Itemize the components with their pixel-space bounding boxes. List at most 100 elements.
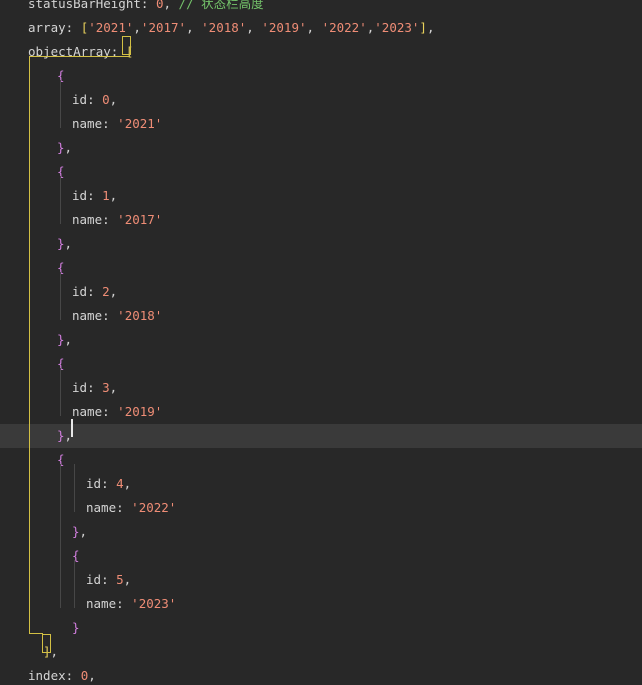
code-line[interactable]: statusBarHeight: 0, // 状态栏高度 bbox=[0, 0, 642, 16]
code-token: name bbox=[86, 500, 117, 515]
code-token: '2019' bbox=[117, 404, 163, 419]
code-line[interactable]: name: '2022' bbox=[0, 496, 642, 520]
code-token: '2021' bbox=[88, 20, 134, 35]
code-token: index bbox=[28, 668, 66, 683]
code-line[interactable]: }, bbox=[0, 520, 642, 544]
code-token: '2019' bbox=[261, 20, 307, 35]
code-line[interactable]: }, bbox=[0, 328, 642, 352]
code-token: } bbox=[57, 428, 65, 443]
code-token: , bbox=[426, 20, 435, 35]
code-line[interactable]: array: ['2021','2017', '2018', '2019', '… bbox=[0, 16, 642, 40]
code-line[interactable]: ], bbox=[0, 640, 642, 664]
code-token: name bbox=[86, 596, 117, 611]
code-token: 3 bbox=[102, 380, 110, 395]
code-line[interactable]: name: '2017' bbox=[0, 208, 642, 232]
code-editor[interactable]: statusBarHeight: 0, // 状态栏高度 array: ['202… bbox=[0, 0, 642, 685]
code-token: , bbox=[64, 140, 73, 155]
code-token: : bbox=[65, 668, 81, 683]
code-line[interactable]: name: '2021' bbox=[0, 112, 642, 136]
code-line[interactable]: { bbox=[0, 256, 642, 280]
code-token: , bbox=[109, 284, 118, 299]
code-token: : bbox=[102, 212, 118, 227]
code-token: : bbox=[87, 380, 103, 395]
code-line[interactable]: }, bbox=[0, 136, 642, 160]
bracket-pair-guide-top bbox=[29, 56, 129, 57]
code-token: name bbox=[72, 404, 103, 419]
code-line[interactable]: name: '2023' bbox=[0, 592, 642, 616]
code-token: // 状态栏高度 bbox=[178, 0, 264, 11]
code-line[interactable]: id: 5, bbox=[0, 568, 642, 592]
code-line[interactable]: { bbox=[0, 544, 642, 568]
code-token: 2 bbox=[102, 284, 110, 299]
code-token: 4 bbox=[116, 476, 124, 491]
code-token: : bbox=[102, 116, 118, 131]
code-line[interactable]: id: 2, bbox=[0, 280, 642, 304]
code-line[interactable]: name: '2018' bbox=[0, 304, 642, 328]
code-token: : bbox=[101, 476, 117, 491]
code-token: : bbox=[102, 308, 118, 323]
code-token: '2018' bbox=[201, 20, 247, 35]
code-line[interactable]: id: 0, bbox=[0, 88, 642, 112]
text-cursor bbox=[71, 419, 73, 437]
code-token: id bbox=[72, 284, 88, 299]
code-line[interactable]: index: 0, bbox=[0, 664, 642, 685]
indent-guide bbox=[60, 176, 61, 224]
code-token: '2022' bbox=[321, 20, 367, 35]
code-token: id bbox=[72, 92, 88, 107]
code-token: 1 bbox=[102, 188, 110, 203]
code-token: , bbox=[64, 332, 73, 347]
code-line[interactable]: id: 4, bbox=[0, 472, 642, 496]
code-token: name bbox=[72, 308, 103, 323]
code-token: '2017' bbox=[117, 212, 163, 227]
indent-guide bbox=[60, 272, 61, 320]
code-token: , bbox=[50, 644, 59, 659]
code-token: 5 bbox=[116, 572, 124, 587]
code-token: '2018' bbox=[117, 308, 163, 323]
code-token: : bbox=[140, 0, 156, 11]
code-token: } bbox=[72, 620, 80, 635]
code-token: id bbox=[86, 476, 102, 491]
bracket-match-highlight-close bbox=[42, 634, 51, 653]
indent-guide bbox=[60, 368, 61, 416]
code-line[interactable]: id: 1, bbox=[0, 184, 642, 208]
code-token: : bbox=[87, 188, 103, 203]
indent-guide bbox=[60, 464, 61, 608]
code-token: ] bbox=[419, 20, 427, 35]
code-token: , bbox=[79, 524, 88, 539]
indent-guide bbox=[60, 80, 61, 128]
code-line[interactable]: objectArray: [ bbox=[0, 40, 642, 64]
code-token: } bbox=[57, 236, 65, 251]
code-line[interactable]: { bbox=[0, 160, 642, 184]
code-token: , bbox=[109, 188, 118, 203]
code-token: '2017' bbox=[140, 20, 187, 35]
code-token: : bbox=[101, 572, 117, 587]
code-line[interactable]: { bbox=[0, 352, 642, 376]
code-token: id bbox=[72, 188, 88, 203]
indent-guide bbox=[74, 560, 75, 608]
code-line-current[interactable]: }, bbox=[0, 424, 642, 448]
code-token: id bbox=[86, 572, 102, 587]
code-token: name bbox=[72, 116, 103, 131]
code-token: } bbox=[57, 332, 65, 347]
code-line[interactable]: id: 3, bbox=[0, 376, 642, 400]
code-token: : bbox=[116, 500, 132, 515]
code-token: } bbox=[57, 140, 65, 155]
code-line[interactable]: { bbox=[0, 64, 642, 88]
code-token: , bbox=[246, 20, 262, 35]
code-token: , bbox=[88, 668, 96, 683]
code-line[interactable]: }, bbox=[0, 232, 642, 256]
code-line[interactable]: name: '2019' bbox=[0, 400, 642, 424]
code-token: , bbox=[109, 92, 118, 107]
code-token: '2022' bbox=[131, 500, 177, 515]
code-line[interactable]: } bbox=[0, 616, 642, 640]
code-token: : bbox=[87, 284, 103, 299]
code-token: statusBarHeight bbox=[28, 0, 141, 11]
code-token: , bbox=[133, 20, 141, 35]
code-token: , bbox=[109, 380, 118, 395]
code-token: id bbox=[72, 380, 88, 395]
code-token: : bbox=[65, 20, 81, 35]
bracket-match-highlight-open bbox=[122, 36, 131, 55]
code-token: : bbox=[102, 404, 118, 419]
code-line[interactable]: { bbox=[0, 448, 642, 472]
code-token: , bbox=[123, 572, 132, 587]
